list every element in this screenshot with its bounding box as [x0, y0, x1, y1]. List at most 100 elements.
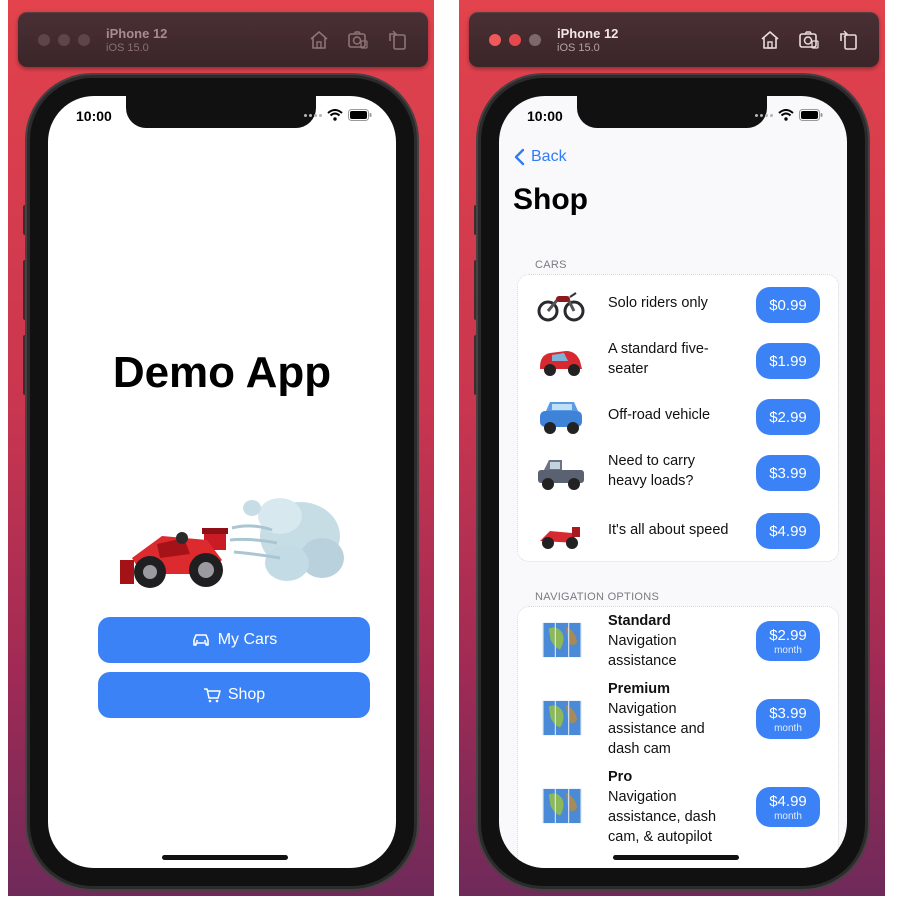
price-period: month — [774, 810, 802, 822]
navigation-option-description: Navigation assistance and dash cam — [608, 701, 705, 757]
list-item-car[interactable]: Off-road vehicle $2.99 — [518, 387, 838, 443]
navigation-option-text: Premium Navigation assistance and dash c… — [608, 679, 732, 759]
navigation-option-text: Standard Navigation assistance — [608, 611, 728, 671]
status-time: 10:00 — [527, 108, 563, 124]
price-label: $4.99 — [769, 522, 807, 540]
price-label: $1.99 — [769, 352, 807, 370]
map-icon — [542, 700, 582, 736]
device-name: iPhone 12 — [557, 26, 619, 41]
page-title: Shop — [513, 183, 588, 216]
home-icon[interactable] — [759, 29, 781, 51]
volume-down-button — [474, 335, 479, 395]
buy-price-button[interactable]: $1.99 — [756, 343, 820, 379]
wifi-icon — [327, 109, 343, 121]
blue-suv-icon — [540, 402, 582, 434]
shop-label: Shop — [227, 686, 266, 703]
battery-icon — [348, 109, 372, 121]
price-label: $2.99 — [769, 408, 807, 426]
buy-price-button[interactable]: $2.99 — [756, 399, 820, 435]
list-item-car[interactable]: It's all about speed $4.99 — [518, 501, 838, 559]
simulator-window-home: iPhone 12 iOS 15.0 10:00 Demo App My Car… — [8, 0, 434, 896]
map-icon — [542, 622, 582, 658]
price-label: $3.99 — [769, 704, 807, 722]
screenshot-icon[interactable] — [798, 29, 820, 51]
simulator-titlebar: iPhone 12 iOS 15.0 — [18, 12, 428, 67]
buy-price-button[interactable]: $4.99 — [756, 513, 820, 549]
car-description: Need to carry heavy loads? — [608, 453, 696, 489]
home-icon[interactable] — [308, 29, 330, 51]
back-button[interactable]: Back — [513, 148, 567, 166]
navigation-option-text: Pro Navigation assistance, dash cam, & a… — [608, 767, 738, 847]
my-cars-button[interactable]: My Cars — [98, 617, 370, 663]
notch — [126, 96, 316, 128]
price-label: $3.99 — [769, 464, 807, 482]
rotate-icon[interactable] — [386, 29, 408, 51]
signal-dots-icon — [755, 113, 773, 117]
list-item-car[interactable]: Solo riders only $0.99 — [518, 275, 838, 331]
minimize-window-button[interactable] — [58, 34, 70, 46]
back-label: Back — [531, 148, 567, 165]
pickup-truck-icon — [538, 460, 584, 490]
simulator-window-shop: iPhone 12 iOS 15.0 10:00 Back Shop CARS … — [459, 0, 885, 896]
notch — [577, 96, 767, 128]
app-title: Demo App — [112, 348, 332, 397]
navigation-options-list: Standard Navigation assistance $2.99 mon… — [517, 606, 839, 868]
price-period: month — [774, 722, 802, 734]
price-label: $0.99 — [769, 296, 807, 314]
subscribe-price-button[interactable]: $2.99 month — [756, 621, 820, 661]
cars-list: Solo riders only $0.99 A standard five-s… — [517, 274, 839, 562]
subscribe-price-button[interactable]: $4.99 month — [756, 787, 820, 827]
screenshot-icon[interactable] — [347, 29, 369, 51]
home-indicator — [613, 855, 739, 860]
buy-price-button[interactable]: $0.99 — [756, 287, 820, 323]
close-window-button[interactable] — [489, 34, 501, 46]
my-cars-label: My Cars — [217, 631, 278, 648]
car-description: It's all about speed — [608, 522, 729, 538]
navigation-option-description: Navigation assistance, dash cam, & autop… — [608, 789, 717, 845]
wifi-icon — [778, 109, 794, 121]
window-controls — [489, 34, 541, 46]
section-header-navigation: NAVIGATION OPTIONS — [535, 591, 660, 603]
subscribe-price-button[interactable]: $3.99 month — [756, 699, 820, 739]
status-icons — [304, 109, 372, 121]
list-item-navigation[interactable]: Standard Navigation assistance $2.99 mon… — [518, 607, 838, 675]
shop-button[interactable]: Shop — [98, 672, 370, 718]
buy-price-button[interactable]: $3.99 — [756, 455, 820, 491]
zoom-window-button[interactable] — [78, 34, 90, 46]
shop-screen: 10:00 Back Shop CARS Solo riders only $0… — [499, 96, 847, 868]
battery-icon — [799, 109, 823, 121]
price-label: $2.99 — [769, 626, 807, 644]
signal-dots-icon — [304, 113, 322, 117]
status-icons — [755, 109, 823, 121]
navigation-option-description: Navigation assistance — [608, 633, 677, 669]
navigation-option-title: Premium — [608, 681, 671, 697]
price-period: month — [774, 644, 802, 656]
list-item-navigation[interactable]: Premium Navigation assistance and dash c… — [518, 675, 838, 763]
car-description: Solo riders only — [608, 295, 708, 311]
zoom-window-button[interactable] — [529, 34, 541, 46]
iphone-frame: 10:00 Back Shop CARS Solo riders only $0… — [481, 78, 865, 886]
close-window-button[interactable] — [38, 34, 50, 46]
minimize-window-button[interactable] — [509, 34, 521, 46]
list-item-car[interactable]: Need to carry heavy loads? $3.99 — [518, 443, 838, 501]
list-item-car[interactable]: A standard five-seater $1.99 — [518, 331, 838, 387]
car-icon — [192, 634, 209, 646]
cart-icon — [203, 688, 221, 703]
rotate-icon[interactable] — [837, 29, 859, 51]
volume-down-button — [23, 335, 28, 395]
car-description: Off-road vehicle — [608, 407, 711, 423]
price-label: $4.99 — [769, 792, 807, 810]
race-car-with-dust-icon — [120, 498, 344, 588]
status-time: 10:00 — [76, 108, 112, 124]
navigation-option-title: Pro — [608, 769, 633, 785]
home-screen: 10:00 Demo App My Cars Shop — [48, 96, 396, 868]
simulator-titlebar: iPhone 12 iOS 15.0 — [469, 12, 879, 67]
car-description: A standard five-seater — [608, 341, 709, 377]
list-item-navigation[interactable]: Pro Navigation assistance, dash cam, & a… — [518, 763, 838, 853]
os-version: iOS 15.0 — [557, 42, 600, 54]
motorcycle-icon — [537, 292, 585, 322]
window-controls — [38, 34, 90, 46]
device-name: iPhone 12 — [106, 26, 168, 41]
mute-switch — [23, 205, 28, 235]
map-icon — [542, 788, 582, 824]
